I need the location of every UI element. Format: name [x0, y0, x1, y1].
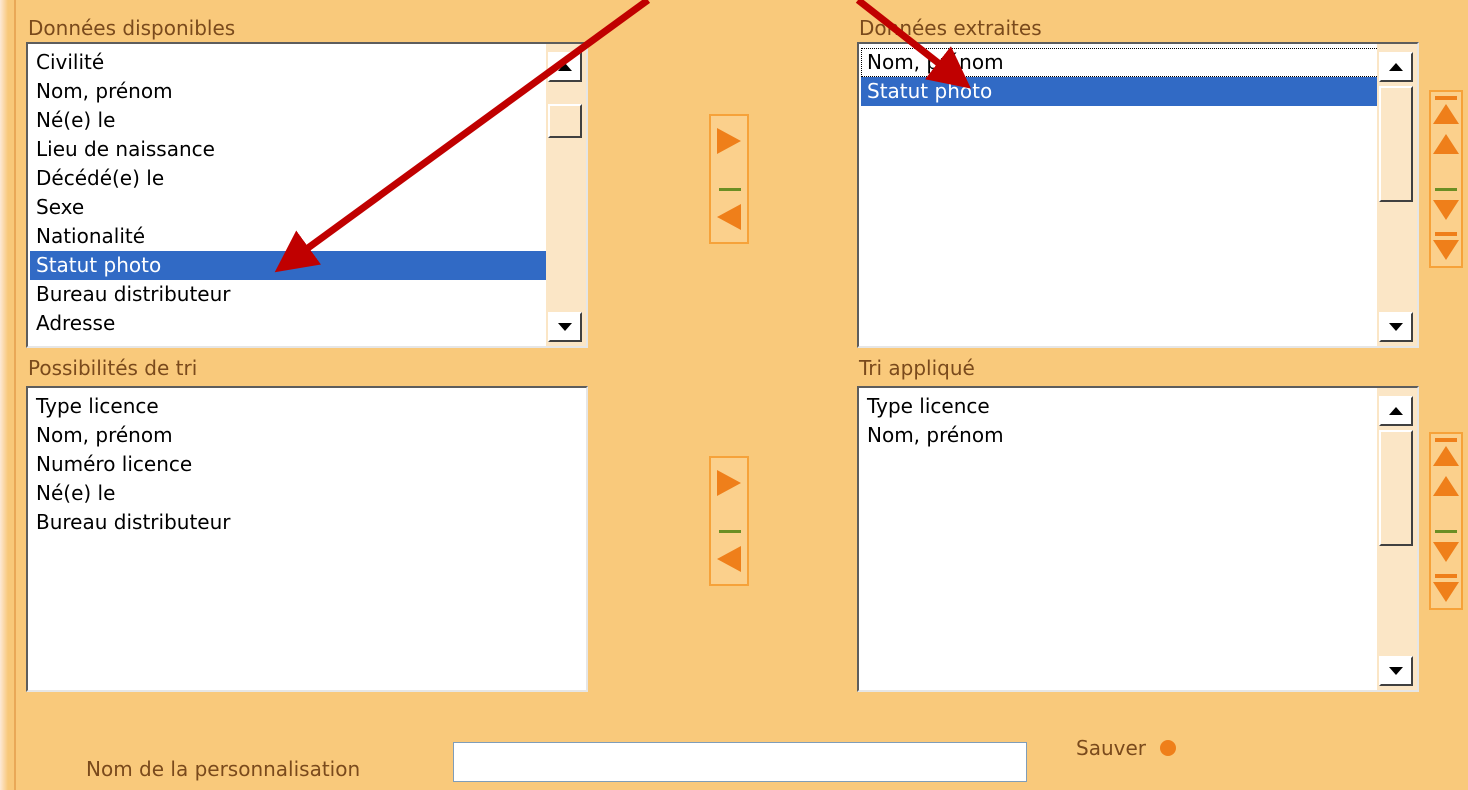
- annotation-arrow-right: [855, 0, 972, 89]
- annotation-arrows: [274, 0, 972, 273]
- annotation-arrow-left: [274, 0, 651, 273]
